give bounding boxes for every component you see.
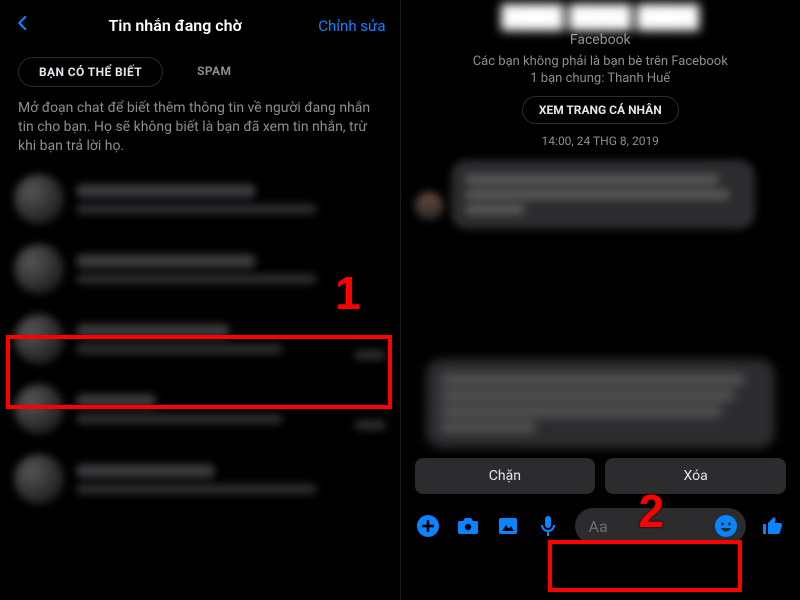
- like-icon[interactable]: [760, 513, 786, 539]
- message-area: [401, 148, 800, 448]
- emoji-icon[interactable]: [714, 514, 738, 538]
- contact-name-blurred: ████ ████ ████: [491, 4, 709, 30]
- view-profile-button[interactable]: XEM TRANG CÁ NHÂN: [522, 96, 679, 124]
- message-timestamp: 14:00, 24 THG 8, 2019: [401, 134, 800, 148]
- plus-icon[interactable]: [415, 513, 441, 539]
- avatar: [14, 174, 64, 224]
- avatar: [415, 192, 443, 220]
- request-list: [0, 164, 400, 514]
- tab-may-know[interactable]: BẠN CÓ THỂ BIẾT: [18, 57, 163, 87]
- delete-button[interactable]: Xóa: [605, 458, 786, 494]
- annotation-marker-2: 2: [639, 484, 665, 538]
- avatar: [14, 244, 64, 294]
- tab-spam[interactable]: SPAM: [177, 57, 251, 87]
- message-bubble: [426, 359, 775, 448]
- list-item[interactable]: [0, 444, 400, 514]
- annotation-marker-1: 1: [335, 266, 361, 320]
- mutual-friends-label: 1 bạn chung: Thanh Huế: [401, 71, 800, 86]
- incoming-message: [415, 160, 787, 229]
- composer: Aa: [401, 502, 800, 554]
- camera-icon[interactable]: [455, 513, 481, 539]
- list-item[interactable]: [0, 164, 400, 234]
- mic-icon[interactable]: [535, 513, 561, 539]
- platform-label: Facebook: [401, 32, 800, 48]
- conversation-header: ████ ████ ████ Facebook Các bạn không ph…: [401, 0, 800, 148]
- conversation-pane: ████ ████ ████ Facebook Các bạn không ph…: [401, 0, 800, 600]
- avatar: [14, 384, 64, 434]
- back-icon[interactable]: [14, 10, 32, 41]
- avatar: [14, 314, 64, 364]
- not-friends-label: Các bạn không phải là bạn bè trên Facebo…: [401, 54, 800, 69]
- message-requests-pane: Tin nhắn đang chờ Chỉnh sửa BẠN CÓ THỂ B…: [0, 0, 401, 600]
- message-bubble: [451, 160, 756, 229]
- instructions-text: Mở đoạn chat để biết thêm thông tin về n…: [0, 93, 400, 164]
- action-row: Chặn Xóa: [401, 448, 800, 502]
- header: Tin nhắn đang chờ Chỉnh sửa: [0, 0, 400, 47]
- filter-tabs: BẠN CÓ THỂ BIẾT SPAM: [0, 47, 400, 93]
- avatar: [14, 454, 64, 504]
- block-button[interactable]: Chặn: [415, 458, 596, 494]
- list-item[interactable]: [0, 374, 400, 444]
- gallery-icon[interactable]: [495, 513, 521, 539]
- page-title: Tin nhắn đang chờ: [108, 16, 241, 35]
- incoming-message: [415, 359, 787, 448]
- edit-button[interactable]: Chỉnh sửa: [318, 17, 385, 35]
